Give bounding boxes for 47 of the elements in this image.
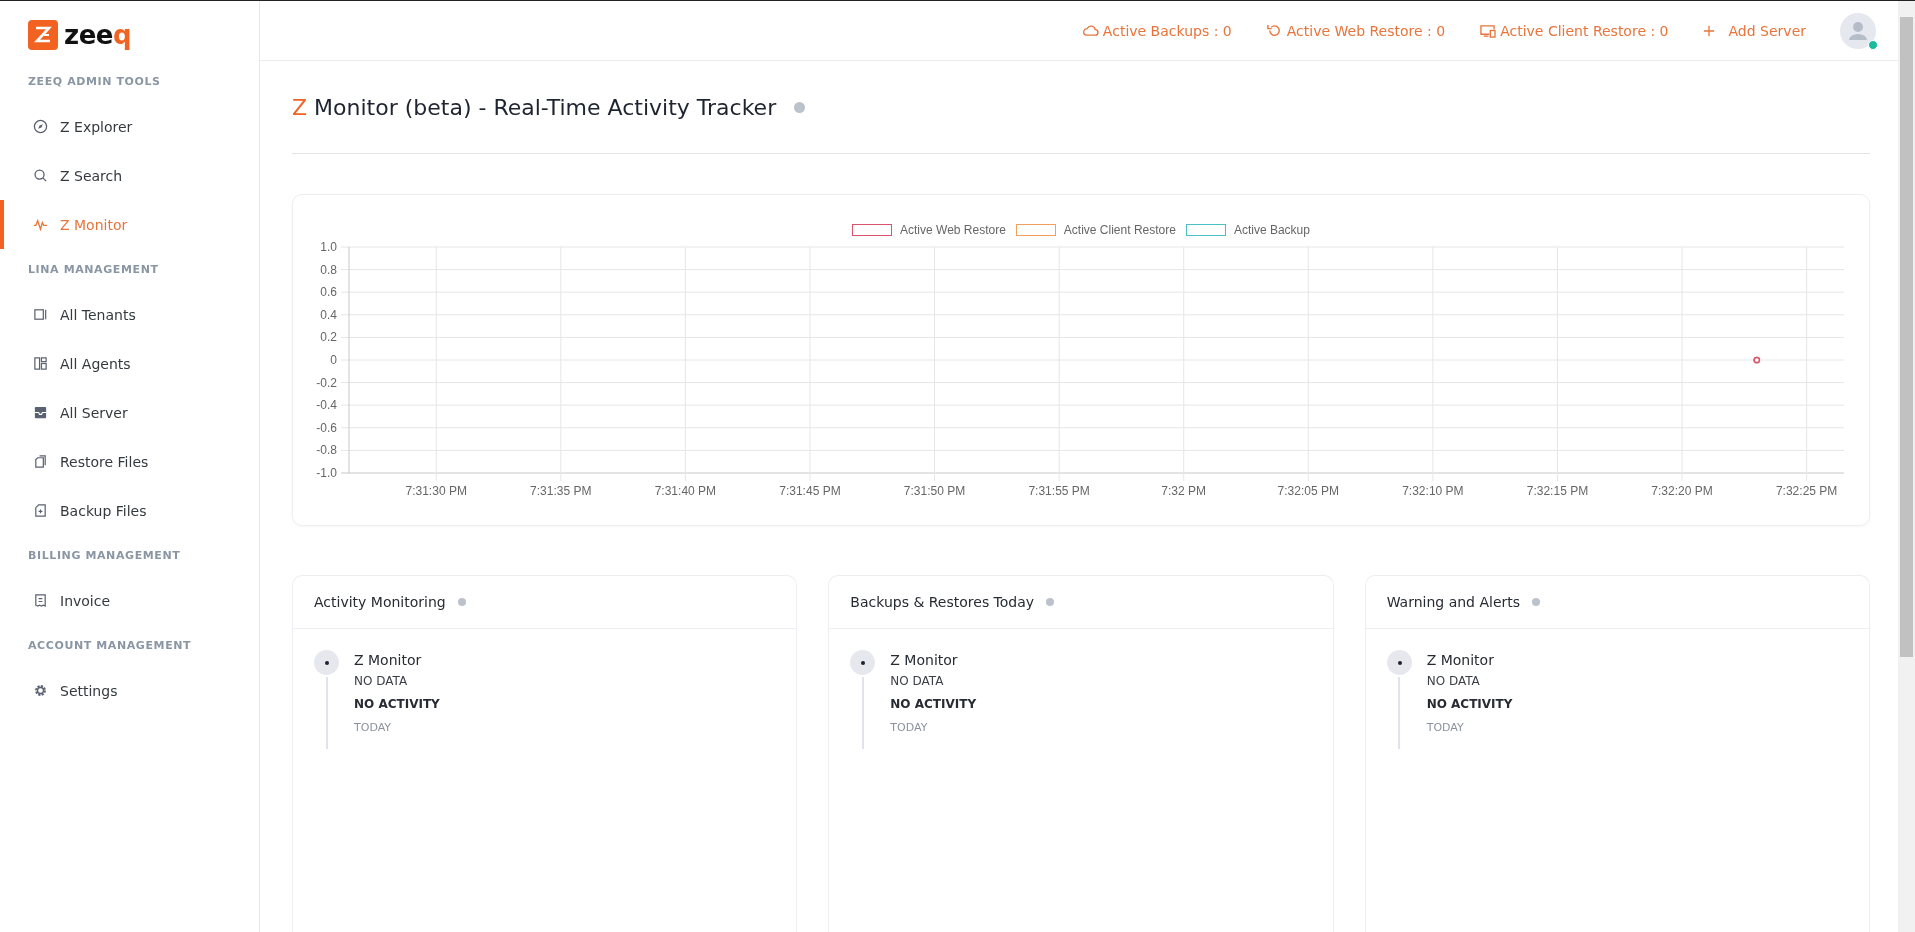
y-tick-label: -0.2 bbox=[316, 375, 337, 390]
x-tick-label: 7:32 PM bbox=[1161, 484, 1207, 498]
entry-activity: NO ACTIVITY bbox=[890, 697, 977, 713]
y-tick-label: 0.2 bbox=[320, 330, 337, 345]
entry-status: NO DATA bbox=[354, 674, 409, 690]
y-tick-label: -0.6 bbox=[316, 420, 337, 435]
section-heading: ACCOUNT MANAGEMENT bbox=[27, 638, 193, 654]
section-heading: LINA MANAGEMENT bbox=[27, 262, 160, 278]
legend-label: Active Client Restore bbox=[1063, 223, 1176, 237]
y-tick-label: 0.4 bbox=[320, 307, 337, 322]
y-tick-label: -0.4 bbox=[316, 398, 337, 413]
x-tick-label: 7:32:15 PM bbox=[1526, 484, 1589, 498]
x-tick-label: 7:32:10 PM bbox=[1402, 484, 1464, 498]
y-tick-label: 0.6 bbox=[320, 285, 337, 300]
section-heading: ZEEQ ADMIN TOOLS bbox=[27, 74, 162, 90]
x-tick-label: 7:31:45 PM bbox=[779, 484, 841, 498]
legend-label: Active Web Restore bbox=[900, 223, 1006, 237]
card-title: Backups & Restores Today bbox=[850, 594, 1035, 610]
x-tick-label: 7:31:40 PM bbox=[654, 484, 717, 498]
entry-time: TODAY bbox=[354, 721, 393, 734]
x-tick-label: 7:31:50 PM bbox=[903, 484, 966, 498]
page-title: Z Monitor (beta) - Real-Time Activity Tracker bbox=[292, 94, 777, 120]
entry-activity: NO ACTIVITY bbox=[354, 697, 440, 713]
x-tick-label: 7:31:30 PM bbox=[405, 484, 467, 498]
entry-title: Z Monitor bbox=[1426, 652, 1495, 670]
entry-title: Z Monitor bbox=[354, 652, 423, 670]
legend-label: Active Backup bbox=[1233, 223, 1310, 237]
entry-title: Z Monitor bbox=[890, 652, 959, 670]
entry-status: NO DATA bbox=[1426, 674, 1481, 690]
card-title: Activity Monitoring bbox=[314, 594, 446, 610]
x-tick-label: 7:32:05 PM bbox=[1277, 484, 1339, 498]
card-title: Warning and Alerts bbox=[1386, 594, 1521, 610]
y-tick-label: -1.0 bbox=[316, 466, 337, 480]
y-tick-label: -0.8 bbox=[316, 443, 337, 458]
entry-time: TODAY bbox=[1426, 721, 1465, 734]
section-heading: BILLING MANAGEMENT bbox=[27, 548, 182, 564]
x-tick-label: 7:32:20 PM bbox=[1651, 484, 1713, 498]
y-tick-label: 0 bbox=[330, 353, 337, 367]
x-tick-label: 7:32:25 PM bbox=[1775, 484, 1838, 498]
y-tick-label: 0.8 bbox=[320, 262, 337, 277]
x-tick-label: 7:31:35 PM bbox=[530, 484, 592, 498]
y-tick-label: 1.0 bbox=[320, 241, 337, 254]
x-tick-label: 7:31:55 PM bbox=[1028, 484, 1090, 498]
entry-activity: NO ACTIVITY bbox=[1426, 697, 1513, 713]
entry-time: TODAY bbox=[890, 721, 929, 734]
entry-status: NO DATA bbox=[890, 674, 945, 690]
logo-wordmark: zeeq bbox=[64, 22, 132, 48]
